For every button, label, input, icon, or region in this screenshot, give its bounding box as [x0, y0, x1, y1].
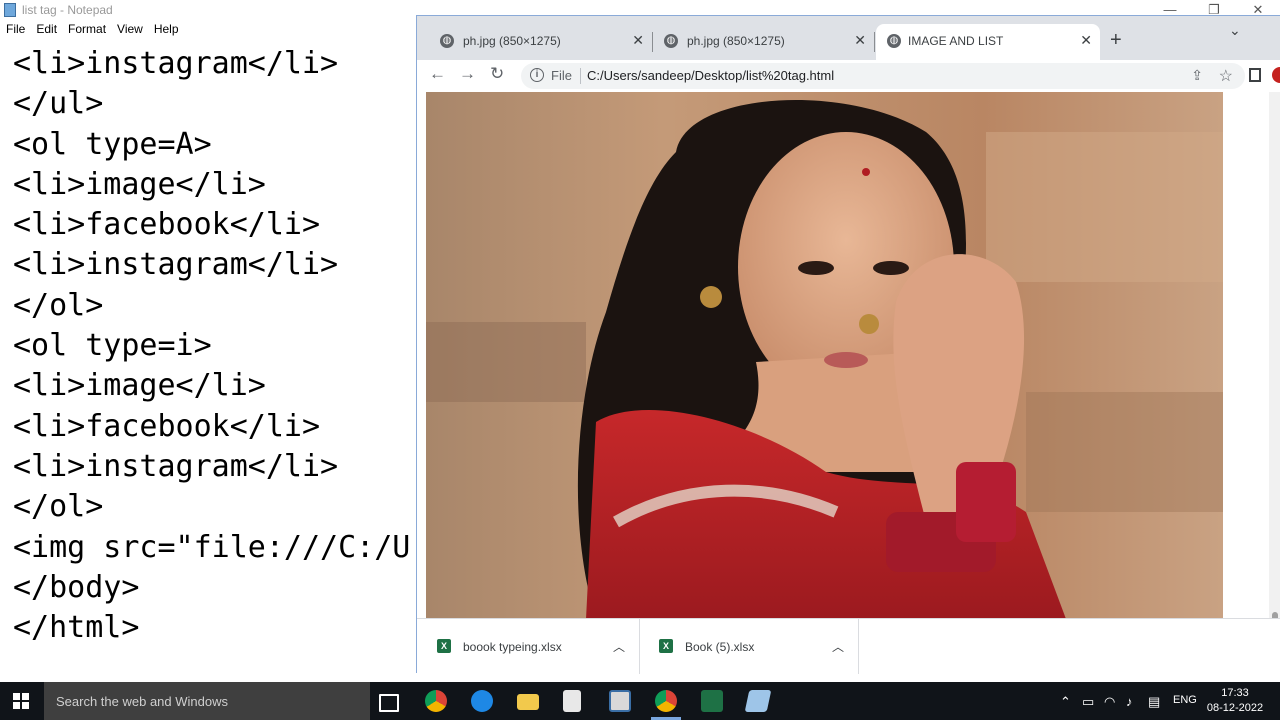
- url-scheme: File: [551, 68, 572, 83]
- download-item-2[interactable]: X Book (5).xlsx ︿: [639, 619, 859, 674]
- battery-icon[interactable]: ▭: [1082, 694, 1094, 710]
- downloads-bar: X boook typeing.xlsx ︿ X Book (5).xlsx ︿: [417, 618, 1280, 674]
- notepad-text-area[interactable]: <li>instagram</li> </ul> <ol type=A> <li…: [0, 41, 418, 682]
- new-tab-icon[interactable]: +: [1110, 29, 1122, 52]
- forward-icon[interactable]: →: [459, 64, 476, 84]
- windows-start-icon[interactable]: [13, 693, 29, 709]
- chevron-down-icon[interactable]: ⌄: [1229, 22, 1241, 39]
- notepad-code[interactable]: <li>instagram</li> </ul> <ol type=A> <li…: [0, 41, 418, 648]
- download-item-1[interactable]: X boook typeing.xlsx ︿: [417, 619, 640, 674]
- url-text[interactable]: C:/Users/sandeep/Desktop/list%20tag.html: [587, 68, 834, 83]
- chevron-up-icon[interactable]: ︿: [832, 638, 844, 655]
- chrome-active-icon[interactable]: [655, 690, 677, 712]
- tab-ph-jpg-1[interactable]: ◍ ph.jpg (850×1275) ✕: [420, 24, 653, 60]
- browser-toolbar: ← → ↻ i File C:/Users/sandeep/Desktop/li…: [417, 60, 1280, 93]
- notepad-menu-bar: File Edit Format View Help: [0, 21, 184, 40]
- tab-label: ph.jpg (850×1275): [463, 34, 561, 48]
- wifi-icon[interactable]: ◠: [1104, 694, 1115, 710]
- close-tab-icon[interactable]: ✕: [854, 32, 866, 49]
- task-view-icon[interactable]: [379, 694, 399, 712]
- store-icon[interactable]: [563, 690, 581, 712]
- menu-file[interactable]: File: [0, 21, 30, 40]
- language-indicator[interactable]: ENG: [1173, 694, 1197, 706]
- tab-image-and-list[interactable]: ◍ IMAGE AND LIST ✕: [876, 24, 1100, 60]
- download-name[interactable]: boook typeing.xlsx: [463, 640, 562, 654]
- file-explorer-icon[interactable]: [517, 694, 539, 710]
- menu-edit[interactable]: Edit: [30, 21, 62, 40]
- globe-icon: ◍: [887, 34, 901, 48]
- chevron-up-icon[interactable]: ⌃: [1060, 694, 1071, 710]
- clock-time: 17:33: [1221, 687, 1249, 699]
- back-icon[interactable]: ←: [429, 64, 446, 84]
- globe-icon: ◍: [664, 34, 678, 48]
- excel-file-icon: X: [659, 639, 673, 653]
- excel-file-icon: X: [437, 639, 451, 653]
- globe-icon: ◍: [440, 34, 454, 48]
- menu-view[interactable]: View: [111, 21, 148, 40]
- chevron-up-icon[interactable]: ︿: [613, 638, 625, 655]
- tab-label: IMAGE AND LIST: [908, 34, 1004, 48]
- scrollbar[interactable]: [1269, 92, 1280, 652]
- page-viewport: [417, 92, 1280, 652]
- excel-icon[interactable]: [701, 690, 723, 712]
- info-icon[interactable]: i: [530, 68, 544, 82]
- download-name[interactable]: Book (5).xlsx: [685, 640, 754, 654]
- tab-strip: ◍ ph.jpg (850×1275) ✕ ◍ ph.jpg (850×1275…: [417, 16, 1280, 60]
- edge-icon[interactable]: [471, 690, 493, 712]
- notification-icon[interactable]: ▤: [1148, 694, 1160, 710]
- clock[interactable]: 17:33 08-12-2022: [1200, 686, 1270, 716]
- notepad-taskbar-icon[interactable]: [744, 690, 772, 712]
- taskbar-search[interactable]: Search the web and Windows: [44, 682, 370, 720]
- address-bar[interactable]: i File C:/Users/sandeep/Desktop/list%20t…: [521, 63, 1245, 89]
- tab-ph-jpg-2[interactable]: ◍ ph.jpg (850×1275) ✕: [644, 24, 875, 60]
- notepad-title: list tag - Notepad: [22, 3, 113, 17]
- paint-icon[interactable]: [609, 690, 631, 712]
- taskbar: Search the web and Windows ⌃ ▭ ◠ ♪ ▤ ENG…: [0, 682, 1280, 720]
- menu-format[interactable]: Format: [62, 21, 111, 40]
- close-tab-icon[interactable]: ✕: [632, 32, 644, 49]
- photo-illustration: [426, 92, 1223, 619]
- close-tab-icon[interactable]: ✕: [1080, 32, 1092, 49]
- page-photo: [426, 92, 1223, 619]
- chrome-icon[interactable]: [425, 690, 447, 712]
- reload-icon[interactable]: ↻: [490, 64, 504, 84]
- share-icon[interactable]: ⇪: [1191, 67, 1203, 84]
- side-panel-icon[interactable]: [1249, 68, 1261, 82]
- address-divider: [580, 68, 581, 84]
- menu-help[interactable]: Help: [148, 21, 184, 40]
- clock-date: 08-12-2022: [1206, 702, 1264, 714]
- search-placeholder: Search the web and Windows: [56, 694, 228, 709]
- tab-label: ph.jpg (850×1275): [687, 34, 785, 48]
- notepad-icon: [4, 3, 16, 17]
- chrome-window: ◍ ph.jpg (850×1275) ✕ ◍ ph.jpg (850×1275…: [416, 15, 1280, 674]
- volume-icon[interactable]: ♪: [1126, 694, 1133, 709]
- profile-avatar[interactable]: [1272, 67, 1280, 83]
- star-icon[interactable]: ☆: [1219, 66, 1233, 86]
